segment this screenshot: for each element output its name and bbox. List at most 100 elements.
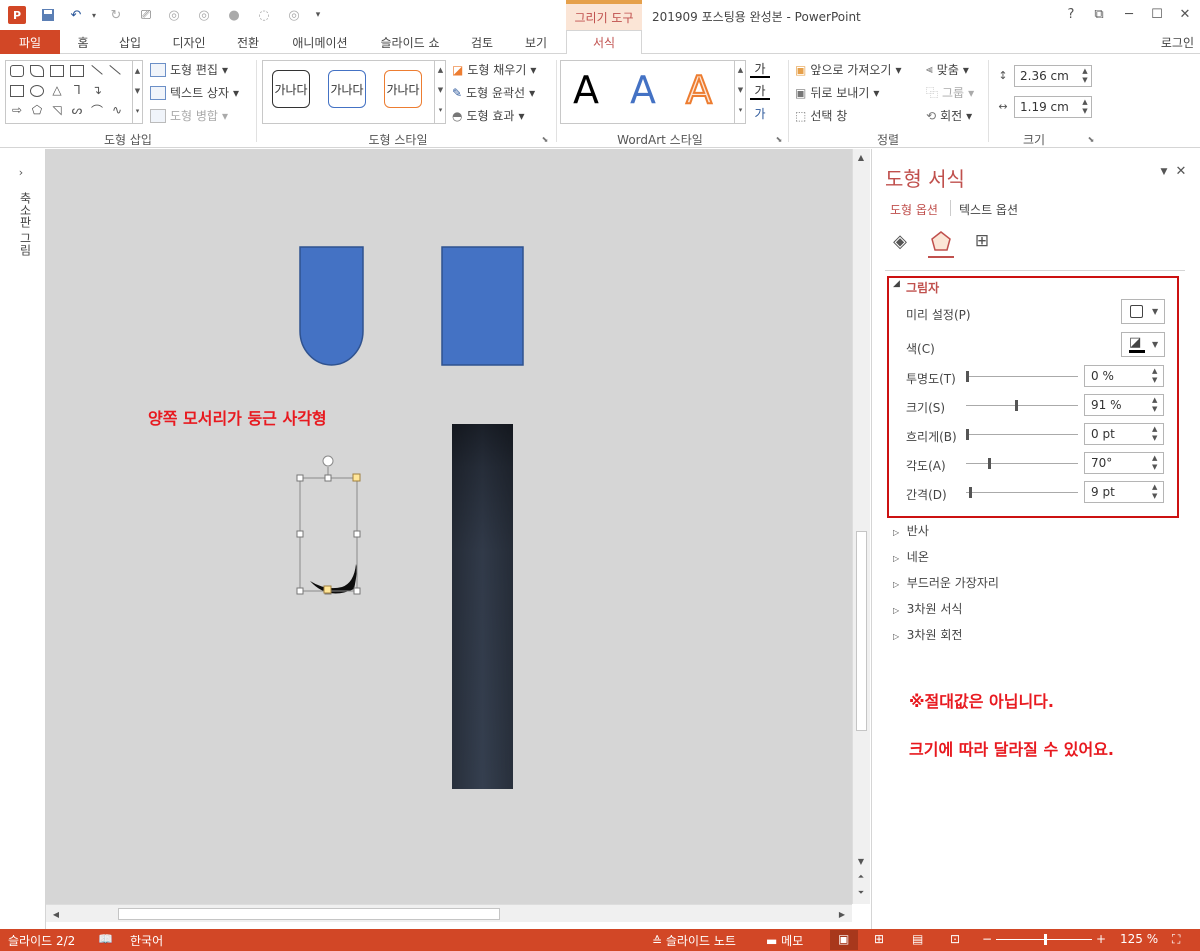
tab-slideshow[interactable]: 슬라이드 쇼 [372,30,448,54]
freeform-shape-icon[interactable]: ◹ [50,103,64,117]
customize-qat-icon[interactable]: ▾ [308,5,328,25]
line-shape-icon[interactable] [84,65,103,84]
slide-caption[interactable]: 양쪽 모서리가 둥근 사각형 [148,405,327,429]
reading-view-icon[interactable]: ▤ [912,932,923,946]
help-icon[interactable]: ? [1062,5,1080,23]
rounded-rect-shape-icon[interactable] [10,65,24,77]
zoom-level[interactable]: 125 % [1120,932,1158,946]
size-slider[interactable] [966,400,1078,411]
shape-icon-3[interactable]: ● [224,5,244,25]
pentagon-shape-icon[interactable]: ⬠ [30,103,44,117]
zoom-out-icon[interactable]: − [982,932,992,946]
transparency-slider[interactable] [966,371,1078,382]
merge-shapes-button[interactable]: 도형 병합 ▾ [150,107,228,124]
shape-width-input[interactable]: 1.19 cm ▲ ▼ [1014,96,1092,118]
tab-transitions[interactable]: 전환 [226,30,270,54]
shape-styles-scroll[interactable]: ▲ ▼ ▾ [434,60,446,124]
zoom-slider-thumb[interactable] [1044,934,1047,945]
right-arrow-shape-icon[interactable]: ⇨ [10,103,24,117]
expand-pane-icon[interactable]: › [14,165,28,179]
collapse-triangle-icon[interactable]: ◢ [893,279,900,289]
width-spin-arrows[interactable]: ▲ ▼ [1079,97,1091,117]
shadow-preset-dropdown[interactable]: ▼ [1121,299,1165,324]
slide-sorter-icon[interactable]: ⊞ [874,932,884,946]
language-indicator[interactable]: 한국어 [130,932,163,949]
comments-button[interactable]: ▬ 메모 [766,932,803,949]
rotate-button[interactable]: ⟲ 회전 ▾ [926,107,972,124]
wordart-style-blue[interactable]: A [630,68,656,112]
effects-pentagon-icon[interactable] [928,228,954,254]
edit-shape-button[interactable]: 도형 편집 ▾ [150,61,228,78]
curve-shape-icon[interactable]: ∿ [110,103,124,117]
arrow-shape-icon[interactable] [102,65,121,84]
tab-insert[interactable]: 삽입 [110,30,150,54]
slideshow-view-icon[interactable]: ⊡ [950,932,960,946]
shape-style-black[interactable]: 가나다 [272,70,310,108]
undo-icon[interactable]: ↶ [66,5,86,25]
normal-view-icon[interactable]: ▣ [838,932,849,946]
pane-options-dropdown-icon[interactable]: ▼ [1158,166,1170,178]
wordart-style-black[interactable]: A [573,68,599,112]
sign-in-link[interactable]: 로그인 [1161,34,1194,51]
tab-shape-options[interactable]: 도형 옵션 [890,201,938,218]
spin-arrows-icon[interactable]: ▲ ▼ [1152,367,1162,385]
shape-styles-dialog-launcher-icon[interactable]: ⬊ [540,134,550,144]
slide-canvas[interactable]: 양쪽 모서리가 둥근 사각형 [46,149,852,904]
pane-close-icon[interactable]: ✕ [1174,164,1188,179]
adjust-handle-top[interactable] [352,473,361,482]
adjust-handle-bottom[interactable] [323,585,332,594]
next-slide-icon[interactable]: ⏷ [855,887,867,899]
send-backward-button[interactable]: ▣ 뒤로 보내기 ▾ [795,84,879,101]
angle-input[interactable]: 70° ▲ ▼ [1084,452,1164,474]
round-bottom-rectangle-shape[interactable] [299,246,364,366]
shape-icon-4[interactable]: ◌ [254,5,274,25]
shape-fill-button[interactable]: ◪ 도형 채우기 ▾ [452,61,536,78]
group-button[interactable]: ⿻ 그룹 ▾ [926,84,974,101]
oval-shape-icon[interactable] [30,85,44,97]
section-3d-format[interactable]: ▷ 3차원 서식 [893,600,962,617]
scroll-up-icon[interactable]: ▲ [855,151,867,163]
top-resize-handle[interactable] [324,474,332,482]
fit-to-window-icon[interactable]: ⛶ [1172,932,1180,947]
align-button[interactable]: ⫷ 맞춤 ▾ [926,61,969,78]
scroll-left-icon[interactable]: ◀ [50,908,62,920]
tab-review[interactable]: 검토 [462,30,502,54]
shape-style-orange[interactable]: 가나다 [384,70,422,108]
close-icon[interactable]: ✕ [1176,5,1194,23]
section-soft-edges[interactable]: ▷ 부드러운 가장자리 [893,574,999,591]
thumbnail-pane-label[interactable]: 축소판 그림 [10,192,34,256]
transparency-input[interactable]: 0 % ▲ ▼ [1084,365,1164,387]
distance-input[interactable]: 9 pt ▲ ▼ [1084,481,1164,503]
shape-icon-5[interactable]: ◎ [284,5,304,25]
section-glow[interactable]: ▷ 네온 [893,548,929,565]
notes-button[interactable]: ≙ 슬라이드 노트 [652,932,736,949]
resize-handles[interactable] [296,474,361,595]
fill-line-icon[interactable]: ◈ [888,230,912,252]
spin-arrows-icon[interactable]: ▲ ▼ [1152,454,1162,472]
shadow-color-dropdown[interactable]: ◪ ▼ [1121,332,1165,357]
thumbnail-pane-collapsed[interactable]: › [0,149,46,929]
spell-check-icon[interactable]: 📖 [98,932,113,946]
snip-rect-shape-icon[interactable] [30,65,44,77]
horizontal-scrollbar[interactable]: ◀ ▶ [46,904,852,922]
angle-slider[interactable] [966,458,1078,469]
blur-slider[interactable] [966,429,1078,440]
bring-forward-button[interactable]: ▣ 앞으로 가져오기 ▾ [795,61,901,78]
shape-style-blue[interactable]: 가나다 [328,70,366,108]
selection-pane-button[interactable]: ⬚ 선택 창 [795,107,847,124]
scroll-down-icon[interactable]: ▼ [855,855,867,867]
tab-animations[interactable]: 애니메이션 [282,30,358,54]
vertical-scroll-thumb[interactable] [856,531,867,731]
shape-icon-2[interactable]: ◎ [194,5,214,25]
textbox-shape-icon[interactable] [50,65,64,77]
minimize-icon[interactable]: ─ [1120,5,1138,23]
text-outline-icon[interactable]: 가 [750,82,770,100]
zoom-in-icon[interactable]: + [1096,932,1106,946]
maximize-icon[interactable]: ☐ [1148,5,1166,23]
shape-icon-1[interactable]: ◎ [164,5,184,25]
previous-slide-icon[interactable]: ⏶ [855,871,867,883]
wordart-style-orange-outline[interactable]: A [685,67,713,113]
scribble-shape-icon[interactable]: ᔕ [70,103,84,117]
spin-arrows-icon[interactable]: ▲ ▼ [1152,425,1162,443]
wordart-dialog-launcher-icon[interactable]: ⬊ [774,134,784,144]
